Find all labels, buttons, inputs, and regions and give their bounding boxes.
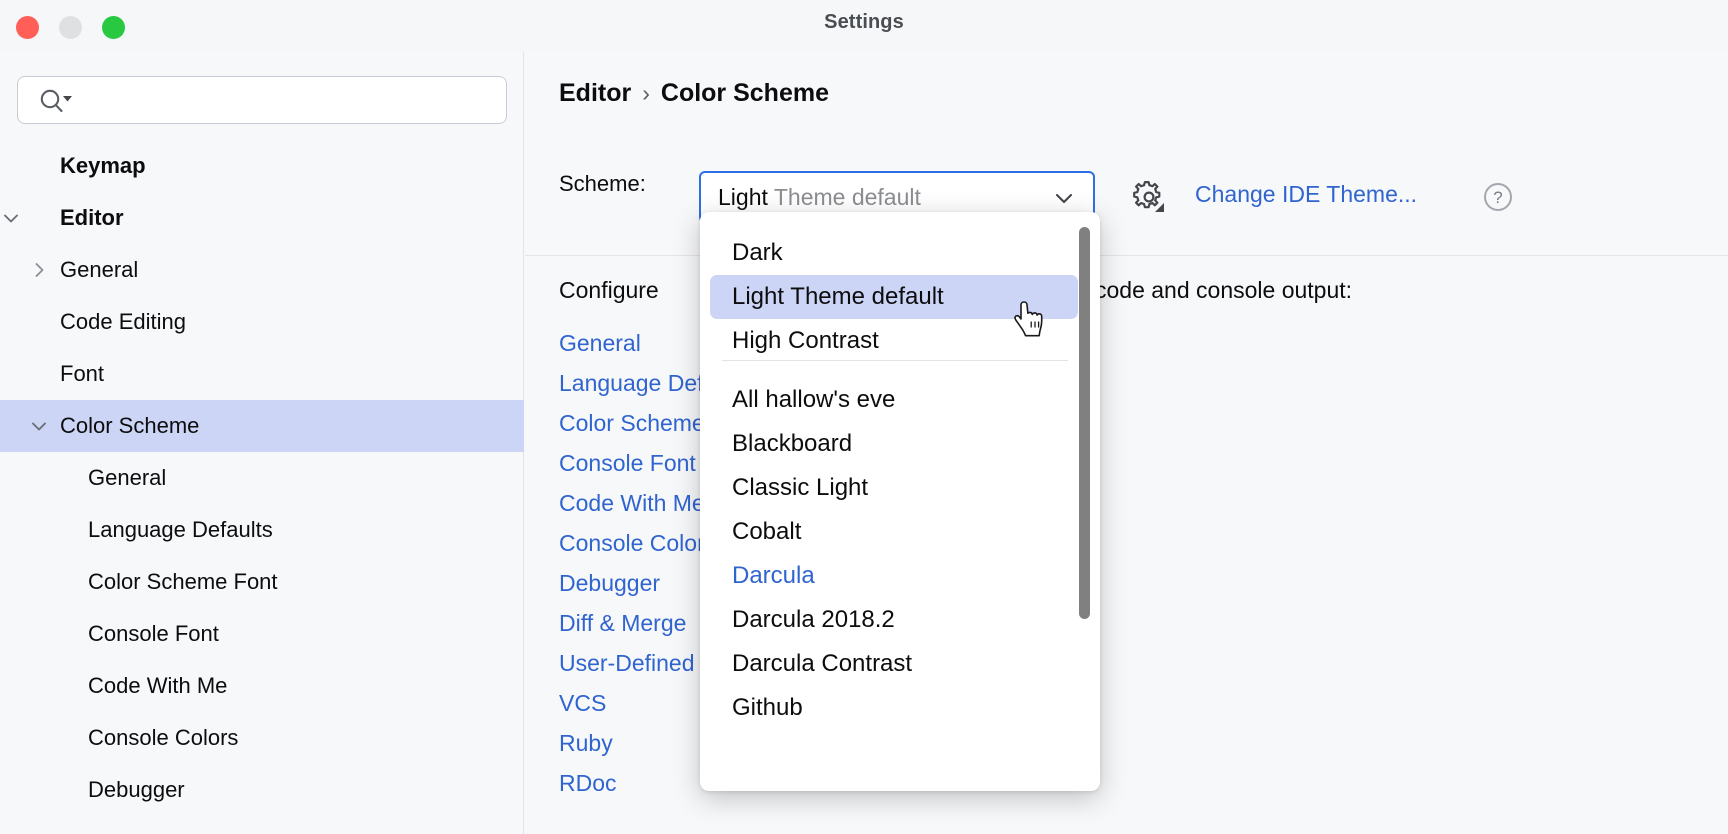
search-icon[interactable] bbox=[38, 89, 78, 113]
sidebar-item-label: Font bbox=[60, 361, 105, 386]
sidebar-item-label: Debugger bbox=[88, 777, 185, 802]
scheme-option[interactable]: Light Theme default bbox=[710, 275, 1078, 319]
chevron-right-icon[interactable] bbox=[28, 259, 50, 281]
sidebar-item-keymap[interactable]: Keymap bbox=[0, 140, 524, 192]
sidebar-item-label: Color Scheme Font bbox=[88, 569, 278, 594]
configure-description-tail: code and console output: bbox=[1095, 277, 1353, 303]
scheme-label: Scheme: bbox=[559, 171, 646, 196]
chevron-down-icon[interactable] bbox=[1053, 189, 1075, 214]
scheme-value-secondary: Theme default bbox=[773, 183, 921, 210]
sidebar-item-label: Console Colors bbox=[88, 725, 239, 750]
scheme-option[interactable]: High Contrast bbox=[710, 319, 1078, 363]
sidebar-item-editor[interactable]: Editor bbox=[0, 192, 524, 244]
sidebar-item-color-scheme[interactable]: Color Scheme bbox=[0, 400, 524, 452]
vertical-scrollbar[interactable] bbox=[1079, 227, 1090, 619]
scheme-option[interactable]: Darcula 2018.2 bbox=[710, 598, 1078, 642]
settings-window: Settings Keymap Editor General Code Editing… bbox=[0, 0, 1728, 834]
scheme-dropdown-popup: Dark Light Theme default High Contrast All … bbox=[700, 212, 1100, 791]
search-box[interactable] bbox=[17, 76, 507, 124]
sidebar-item-label: General bbox=[60, 257, 139, 282]
window-titlebar: Settings bbox=[0, 0, 1728, 52]
scheme-option[interactable]: Darcula Contrast bbox=[710, 642, 1078, 686]
sidebar-item-language-defaults[interactable]: Language Defaults bbox=[0, 504, 524, 556]
search-input[interactable] bbox=[80, 78, 500, 122]
sidebar-item-debugger[interactable]: Debugger bbox=[0, 764, 524, 816]
scheme-option[interactable]: Darcula bbox=[710, 554, 1078, 598]
scheme-value-primary: Light bbox=[718, 183, 768, 210]
chevron-down-icon[interactable] bbox=[28, 415, 50, 437]
sidebar-item-code-editing[interactable]: Code Editing bbox=[0, 296, 524, 348]
breadcrumb-separator-icon: › bbox=[642, 80, 650, 106]
sidebar-item-label: Editor bbox=[60, 205, 124, 230]
sidebar-item-console-font[interactable]: Console Font bbox=[0, 608, 524, 660]
breadcrumb-current: Color Scheme bbox=[660, 79, 829, 107]
sidebar-item-general[interactable]: General bbox=[0, 452, 524, 504]
sidebar-item-label: Code With Me bbox=[88, 673, 228, 698]
scheme-option[interactable]: Blackboard bbox=[710, 422, 1078, 466]
sidebar-item-label: Console Font bbox=[88, 621, 219, 646]
breadcrumb: Editor › Color Scheme bbox=[559, 79, 829, 108]
window-title: Settings bbox=[824, 11, 904, 33]
gear-dropdown-caret-icon[interactable] bbox=[1155, 203, 1164, 212]
configure-description-head: Configure bbox=[559, 277, 659, 303]
sidebar-item-label: General bbox=[88, 465, 167, 490]
sidebar-item-code-with-me[interactable]: Code With Me bbox=[0, 660, 524, 712]
scheme-option[interactable]: Cobalt bbox=[710, 510, 1078, 554]
sidebar-item-label: Color Scheme bbox=[60, 413, 200, 438]
sidebar-item-color-scheme-font[interactable]: Color Scheme Font bbox=[0, 556, 524, 608]
scheme-option[interactable]: Dark bbox=[710, 231, 1078, 275]
scheme-option[interactable]: Github bbox=[710, 686, 1078, 730]
change-ide-theme-link[interactable]: Change IDE Theme... bbox=[1195, 181, 1417, 208]
settings-tree: Keymap Editor General Code Editing Font Color… bbox=[0, 140, 524, 816]
chevron-down-icon[interactable] bbox=[0, 207, 22, 229]
sidebar-item-label: Keymap bbox=[60, 153, 146, 178]
sidebar-item-console-colors[interactable]: Console Colors bbox=[0, 712, 524, 764]
sidebar-item-label: Language Defaults bbox=[88, 517, 273, 542]
scheme-option-list: Dark Light Theme default High Contrast All … bbox=[700, 212, 1100, 791]
scheme-row: Scheme: Light Theme default Change IDE T… bbox=[559, 171, 1512, 223]
scheme-option[interactable]: All hallow's eve bbox=[710, 378, 1078, 422]
settings-sidebar: Keymap Editor General Code Editing Font Color… bbox=[0, 52, 524, 834]
scheme-option[interactable]: Classic Light bbox=[710, 466, 1078, 510]
sidebar-item-font[interactable]: Font bbox=[0, 348, 524, 400]
sidebar-item-label: Code Editing bbox=[60, 309, 186, 334]
sidebar-item-general[interactable]: General bbox=[0, 244, 524, 296]
breadcrumb-root[interactable]: Editor bbox=[559, 79, 631, 108]
help-icon[interactable]: ? bbox=[1484, 183, 1512, 211]
